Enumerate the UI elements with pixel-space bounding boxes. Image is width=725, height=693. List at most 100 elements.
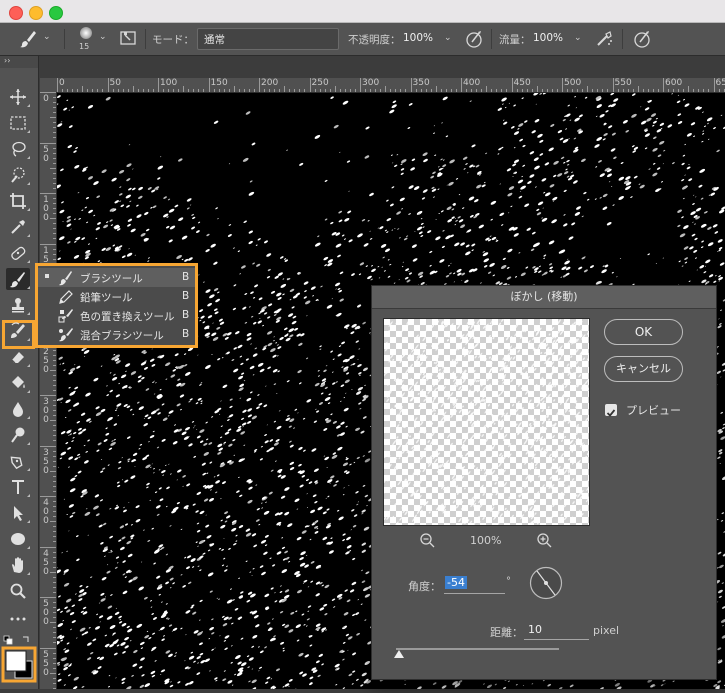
ruler-tick	[53, 425, 56, 426]
ruler-label: 300	[362, 78, 379, 88]
ruler-tick	[53, 360, 56, 361]
ruler-tick	[53, 501, 56, 502]
blur-tool[interactable]	[6, 398, 30, 420]
ruler-tick	[633, 89, 634, 92]
distance-slider-track[interactable]	[396, 648, 559, 650]
preview-image	[384, 319, 589, 525]
marquee-tool[interactable]	[6, 112, 30, 134]
brush-preview-icon[interactable]	[80, 27, 92, 39]
flyout-item-brush-tool[interactable]: ブラシツール B	[38, 268, 195, 287]
ruler-tick	[320, 89, 321, 92]
cancel-button[interactable]: キャンセル	[604, 356, 683, 382]
distance-input[interactable]: 10	[524, 620, 589, 640]
ruler-tick	[219, 89, 220, 92]
lasso-tool[interactable]	[6, 138, 30, 160]
pressure-size-icon[interactable]	[632, 29, 652, 49]
ok-button[interactable]: OK	[604, 319, 683, 345]
panel-collapse-bar[interactable]: ››	[0, 56, 38, 68]
healing-brush-tool[interactable]	[6, 242, 30, 264]
close-window-button[interactable]	[9, 6, 23, 20]
zoom-out-icon[interactable]	[419, 532, 435, 548]
quick-selection-tool[interactable]	[6, 164, 30, 186]
ruler-label: 0	[41, 568, 51, 577]
ruler-tick	[597, 89, 598, 92]
ruler-tick	[53, 476, 56, 477]
crop-tool[interactable]	[6, 190, 30, 212]
dodge-tool[interactable]	[6, 424, 30, 446]
paint-bucket-tool[interactable]	[6, 372, 30, 394]
eyedropper-tool[interactable]	[6, 216, 30, 238]
minimize-window-button[interactable]	[29, 6, 43, 20]
divider	[622, 29, 623, 49]
ruler-tick	[390, 89, 391, 92]
ruler-tick	[53, 158, 56, 159]
ruler-tick	[148, 89, 149, 92]
ruler-tick	[517, 89, 518, 92]
history-brush-tool[interactable]	[6, 320, 30, 342]
ruler-tick	[486, 86, 487, 92]
zoom-tool[interactable]	[6, 580, 30, 602]
blur-preview[interactable]	[383, 318, 590, 526]
ruler-tick	[310, 78, 311, 92]
eraser-tool[interactable]	[6, 346, 30, 368]
ruler-tick	[53, 577, 56, 578]
flyout-item-label: 鉛筆ツール	[80, 290, 133, 305]
flow-chevron-icon[interactable]: ⌄	[574, 33, 582, 43]
ruler-tick	[53, 208, 56, 209]
ruler-tick	[143, 89, 144, 92]
flow-value[interactable]: 100%	[533, 32, 563, 44]
angle-dial[interactable]	[529, 566, 563, 600]
brush-settings-panel-icon[interactable]	[119, 29, 137, 47]
opacity-value[interactable]: 100%	[403, 32, 433, 44]
flyout-item-pencil-tool[interactable]: 鉛筆ツール B	[38, 287, 195, 306]
ruler-tick	[40, 597, 56, 598]
ruler-tick	[133, 86, 134, 92]
angle-input[interactable]: -54	[444, 574, 505, 594]
mode-select[interactable]: 通常 ⌄	[197, 28, 339, 50]
brush-tool[interactable]	[6, 268, 30, 290]
path-selection-tool[interactable]	[6, 502, 30, 524]
color-swatches	[0, 633, 38, 689]
chevron-down-icon[interactable]: ⌄	[43, 32, 51, 42]
hand-tool[interactable]	[6, 554, 30, 576]
ruler-tick	[168, 89, 169, 92]
ruler-tick	[567, 89, 568, 92]
ruler-tick	[522, 89, 523, 92]
ellipse-tool[interactable]	[6, 528, 30, 550]
flyout-item-color-replacement-tool[interactable]: 色の置き換えツール B	[38, 306, 195, 325]
preview-checkbox[interactable]	[605, 404, 617, 416]
ruler-tick	[53, 385, 56, 386]
pen-tool[interactable]	[6, 450, 30, 472]
ruler-tick	[53, 582, 56, 583]
airbrush-icon[interactable]	[594, 29, 614, 49]
zoom-in-icon[interactable]	[536, 532, 552, 548]
ruler-tick	[501, 89, 502, 92]
ruler-tick	[592, 89, 593, 92]
distance-unit: pixel	[593, 624, 619, 637]
ruler-tick	[50, 168, 56, 169]
distance-slider-thumb[interactable]	[394, 650, 404, 658]
clone-stamp-tool[interactable]	[6, 294, 30, 316]
tool-preset-brush-icon[interactable]	[18, 29, 38, 49]
ruler-tick	[426, 89, 427, 92]
opacity-chevron-icon[interactable]: ⌄	[444, 33, 452, 43]
pressure-opacity-icon[interactable]	[464, 29, 484, 49]
ruler-tick	[532, 89, 533, 92]
ruler-tick	[53, 435, 56, 436]
zoom-window-button[interactable]	[49, 6, 63, 20]
move-tool[interactable]	[6, 86, 30, 108]
more-tools-icon[interactable]	[6, 608, 30, 630]
ruler-label: 600	[665, 78, 682, 88]
ruler-tick	[53, 663, 56, 664]
type-tool[interactable]	[6, 476, 30, 498]
flyout-item-mixer-brush-tool[interactable]: 混合ブラシツール B	[38, 325, 195, 344]
window-titlebar	[0, 0, 725, 23]
ruler-label: 550	[615, 78, 632, 88]
chevron-down-icon[interactable]: ⌄	[99, 32, 107, 42]
ruler-tick	[719, 89, 720, 92]
divider	[64, 29, 65, 49]
ruler-tick	[92, 89, 93, 92]
brush-tool-flyout-menu: ブラシツール B 鉛筆ツール B 色の置き換えツール B 混合ブラシツール B	[35, 263, 198, 348]
expand-icon[interactable]: ››	[4, 56, 10, 65]
ruler-tick	[40, 244, 56, 245]
